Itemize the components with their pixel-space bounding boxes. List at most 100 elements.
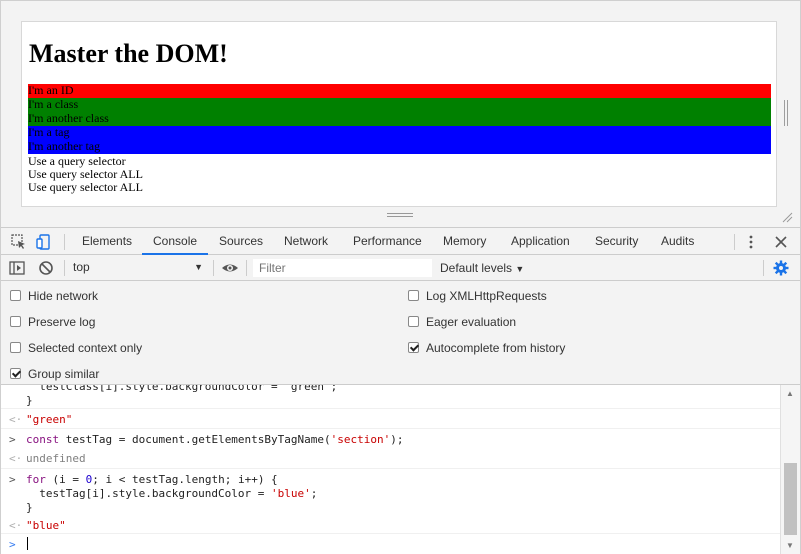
live-expression-eye-icon[interactable] [221, 259, 239, 277]
console-scrollbar[interactable]: ▲ ▼ [780, 385, 800, 554]
inspect-element-icon[interactable] [10, 233, 28, 251]
separator [734, 234, 735, 250]
devtools-resize-handle[interactable] [387, 213, 413, 219]
console-settings-pane: Hide network Preserve log Selected conte… [1, 281, 800, 385]
checkbox[interactable] [408, 290, 419, 301]
paragraph-query-selector-all: Use query selector ALL [28, 167, 143, 181]
console-code: ; [310, 487, 318, 500]
separator [64, 234, 65, 250]
tab-elements[interactable]: Elements [82, 228, 132, 255]
tab-security[interactable]: Security [595, 228, 638, 255]
option-label: Hide network [28, 289, 99, 303]
log-levels-dropdown[interactable]: Default levels ▼ [440, 259, 524, 278]
console-line: } [1, 394, 780, 407]
tab-network[interactable]: Network [284, 228, 328, 255]
context-selector[interactable]: top ▼ [67, 259, 207, 276]
dropdown-arrow-icon: ▼ [515, 264, 525, 274]
viewport-resize-handle[interactable] [784, 100, 788, 126]
option-label: Preserve log [28, 315, 96, 329]
console-input-line: > const testTag = document.getElementsBy… [1, 428, 780, 448]
scrollbar-thumb[interactable] [784, 463, 797, 535]
section-class: I'm a class [28, 98, 771, 112]
checkbox[interactable] [10, 342, 21, 353]
prompt-chevron-icon: > [9, 538, 16, 551]
clear-console-icon[interactable] [37, 259, 55, 277]
tab-memory[interactable]: Memory [443, 228, 486, 255]
checkbox-checked[interactable] [408, 342, 419, 353]
checkbox[interactable] [10, 316, 21, 327]
option-label: Log XMLHttpRequests [426, 289, 547, 303]
keyword: const [26, 433, 60, 446]
console-result-value: "green" [26, 413, 73, 426]
section-id: I'm an ID [28, 84, 771, 98]
more-menu-icon[interactable] [742, 233, 760, 251]
console-result: <· "green" [1, 408, 780, 428]
console-code: testTag = document.getElementsByTagName( [59, 433, 331, 446]
option-eager-evaluation[interactable]: Eager evaluation [408, 315, 517, 329]
page-heading: Master the DOM! [29, 39, 228, 68]
console-output[interactable]: testClass[i].style.backgroundColor = 'gr… [1, 385, 780, 554]
close-icon[interactable] [772, 233, 790, 251]
top-border [1, 0, 800, 1]
result-arrow-icon: <· [9, 452, 23, 465]
device-toolbar-icon[interactable] [35, 233, 53, 251]
paragraph-query-selector-all-2: Use query selector ALL [28, 180, 143, 194]
devtools-tabbar: Elements Console Sources Network Perform… [1, 227, 800, 255]
page-viewport: Master the DOM! I'm an ID I'm a class I'… [0, 0, 801, 227]
result-arrow-icon: <· [9, 519, 23, 532]
console-line: testClass[i].style.backgroundColor = 'gr… [1, 385, 780, 393]
option-preserve-log[interactable]: Preserve log [10, 315, 96, 329]
console-code: } [26, 394, 33, 407]
checkbox[interactable] [408, 316, 419, 327]
console-code: ); [390, 433, 404, 446]
filter-input[interactable] [253, 259, 432, 277]
scroll-down-arrow-icon[interactable]: ▼ [786, 541, 794, 550]
option-selected-context-only[interactable]: Selected context only [10, 341, 143, 355]
console-result-value: undefined [26, 452, 86, 465]
separator [64, 260, 65, 276]
console-code: (i = [45, 473, 86, 486]
checkbox-checked[interactable] [10, 368, 21, 379]
console-result-value: "blue" [26, 519, 66, 532]
context-value: top [73, 260, 90, 274]
console-code: testClass[i].style.backgroundColor = 'gr… [26, 385, 338, 393]
result-arrow-icon: <· [9, 413, 23, 426]
scroll-up-arrow-icon[interactable]: ▲ [786, 389, 794, 398]
section-another-class: I'm another class [28, 112, 771, 126]
paragraph-query-selector: Use a query selector [28, 154, 126, 168]
input-chevron-icon: > [9, 473, 16, 486]
log-levels-label: Default levels [440, 261, 513, 275]
keyword: for [26, 473, 46, 486]
section-another-tag: I'm another tag [28, 140, 771, 154]
show-sidebar-icon[interactable] [8, 259, 26, 277]
page-content: Master the DOM! I'm an ID I'm a class I'… [21, 21, 777, 207]
text-cursor [27, 537, 28, 550]
separator [213, 260, 214, 276]
devtools-panel: Elements Console Sources Network Perform… [0, 227, 801, 554]
tab-sources[interactable]: Sources [219, 228, 263, 255]
tab-audits[interactable]: Audits [661, 228, 694, 255]
separator [246, 260, 247, 276]
console-code: testTag[i].style.backgroundColor = [26, 487, 272, 500]
option-hide-network[interactable]: Hide network [10, 289, 99, 303]
string-literal: 'blue' [271, 487, 311, 500]
console-result: <· undefined [1, 448, 780, 468]
input-chevron-icon: > [9, 433, 16, 446]
tab-console[interactable]: Console [142, 228, 209, 255]
console-settings-gear-icon[interactable] [772, 259, 790, 277]
section-tag: I'm a tag [28, 126, 771, 140]
console-toolbar: top ▼ Default levels ▼ [1, 255, 800, 281]
checkbox[interactable] [10, 290, 21, 301]
console-prompt[interactable]: > [1, 533, 780, 554]
console-code: ; i < testTag.length; i++) { [92, 473, 278, 486]
corner-resize-icon[interactable] [781, 211, 793, 223]
option-group-similar[interactable]: Group similar [10, 367, 99, 381]
tab-application[interactable]: Application [511, 228, 570, 255]
console-result: <· "blue" [1, 513, 780, 533]
dropdown-arrow-icon: ▼ [194, 262, 203, 272]
option-label: Selected context only [28, 341, 143, 355]
option-log-xmlhttprequests[interactable]: Log XMLHttpRequests [408, 289, 547, 303]
tab-performance[interactable]: Performance [353, 228, 422, 255]
option-autocomplete-from-history[interactable]: Autocomplete from history [408, 341, 565, 355]
option-label: Eager evaluation [426, 315, 517, 329]
